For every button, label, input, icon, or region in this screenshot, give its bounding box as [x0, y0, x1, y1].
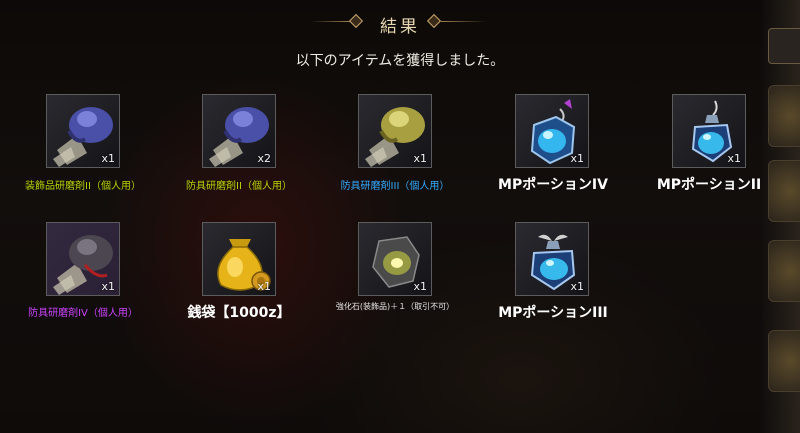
item-name: MPポーションII — [656, 177, 762, 193]
title-line-right — [441, 21, 487, 22]
item-slot[interactable]: x2 — [202, 94, 276, 168]
item-slot[interactable]: x1 — [46, 222, 120, 296]
item-quantity: x1 — [413, 280, 427, 293]
item-name: 装飾品研磨剤II（個人用） — [25, 181, 141, 192]
item-name: 銭袋【1000z】 — [187, 305, 291, 321]
item-name: 防具研磨剤II（個人用） — [186, 181, 292, 192]
side-slot-4[interactable] — [768, 330, 800, 392]
result-header: 結果 — [0, 8, 800, 37]
item-quantity: x1 — [570, 280, 584, 293]
item-quantity: x1 — [570, 152, 584, 165]
item-quantity: x1 — [101, 152, 115, 165]
side-slot-3[interactable] — [768, 240, 800, 302]
item-name: 強化石(装飾品)＋１（取引不可） — [335, 302, 455, 311]
item-name: 防具研磨剤IV（個人用） — [28, 308, 138, 319]
item-slot[interactable]: x1 — [515, 222, 589, 296]
item-slot[interactable]: x1 — [515, 94, 589, 168]
item-slot[interactable]: x1 — [358, 222, 432, 296]
item-slot[interactable]: x1 — [46, 94, 120, 168]
item-slot[interactable]: x1 — [672, 94, 746, 168]
side-slot-1[interactable] — [768, 85, 800, 147]
item-quantity: x1 — [257, 280, 271, 293]
page-title: 結果 — [380, 17, 420, 37]
item-slot[interactable]: x1 — [202, 222, 276, 296]
item-quantity: x1 — [413, 152, 427, 165]
item-name: 防具研磨剤III（個人用） — [340, 181, 450, 192]
item-slot[interactable]: x1 — [358, 94, 432, 168]
result-message: 以下のアイテムを獲得しました。 — [295, 53, 505, 69]
item-quantity: x1 — [101, 280, 115, 293]
item-name: MPポーションIII — [498, 305, 608, 321]
item-quantity: x2 — [257, 152, 271, 165]
item-quantity: x1 — [727, 152, 741, 165]
item-name: MPポーションIV — [498, 177, 608, 193]
